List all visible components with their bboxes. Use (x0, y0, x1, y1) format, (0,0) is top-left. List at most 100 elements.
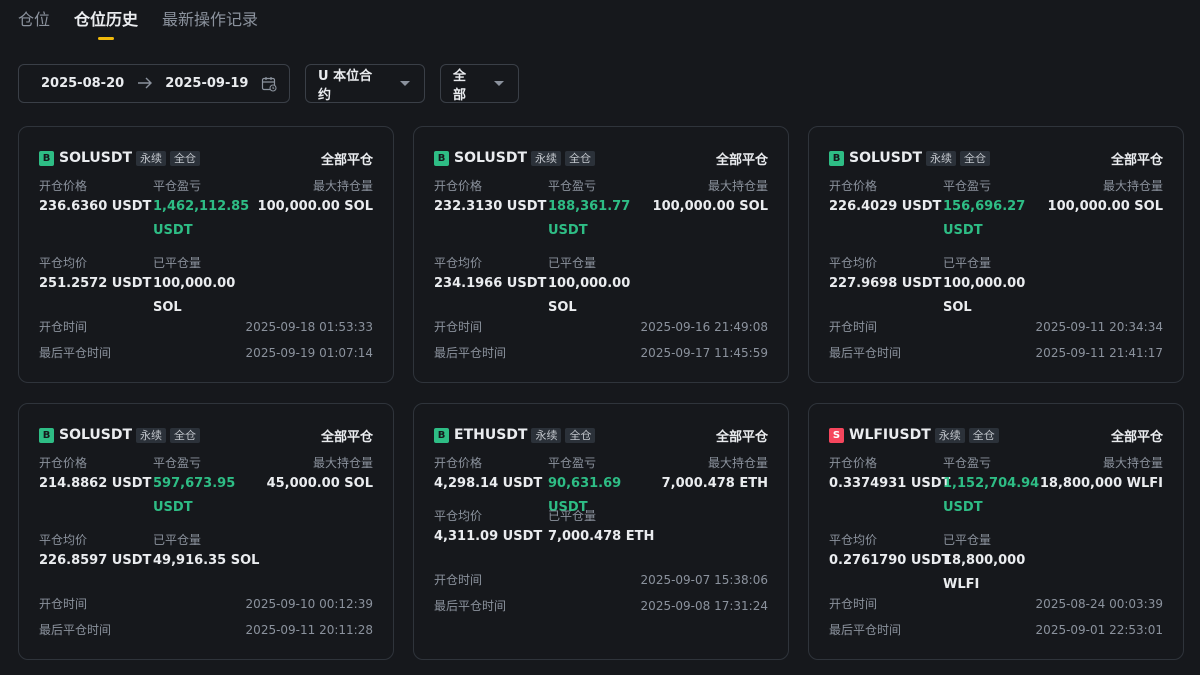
open-time-value: 2025-09-10 00:12:39 (245, 597, 373, 611)
cross-margin-tag: 全仓 (565, 150, 596, 166)
card-header: B SOLUSDT 永续 全仓 全部平仓 (829, 150, 1163, 168)
perpetual-tag: 永续 (926, 150, 957, 166)
max-position-value: 7,000.478 ETH (661, 476, 768, 491)
position-card[interactable]: B SOLUSDT 永续 全仓 全部平仓 开仓价格 214.8862 USDT … (18, 403, 394, 660)
pnl-unit: USDT (153, 500, 193, 515)
avg-close-label: 平仓均价 (829, 533, 878, 547)
perpetual-tag: 永续 (136, 427, 167, 443)
max-position-value: 100,000.00 SOL (652, 199, 768, 214)
calendar-icon[interactable] (261, 76, 277, 92)
tab-position-history[interactable]: 仓位历史 (74, 8, 138, 40)
open-price-label: 开仓价格 (39, 179, 88, 193)
last-close-time-label: 最后平仓时间 (39, 346, 112, 360)
position-card[interactable]: B SOLUSDT 永续 全仓 全部平仓 开仓价格 226.4029 USDT … (808, 126, 1184, 383)
max-position-stat: 最大持仓量 100,000.00 SOL (258, 179, 373, 219)
open-time-row: 开仓时间 2025-09-18 01:53:33 (39, 314, 373, 340)
pnl-value: 156,696.27 (943, 199, 1026, 214)
last-close-time-label: 最后平仓时间 (829, 346, 902, 360)
open-time-row: 开仓时间 2025-09-10 00:12:39 (39, 591, 373, 617)
contract-type-value: U 本位合约 (318, 68, 373, 103)
card-times: 开仓时间 2025-09-16 21:49:08 最后平仓时间 2025-09-… (434, 314, 768, 366)
avg-close-label: 平仓均价 (829, 256, 878, 270)
open-time-label: 开仓时间 (434, 573, 483, 587)
open-price-stat: 开仓价格 226.4029 USDT (829, 179, 941, 219)
symbol-name: SOLUSDT (59, 150, 133, 166)
filter-bar: 2025-08-20 2025-09-19 U 本位合约 全部 (18, 64, 519, 103)
position-card[interactable]: S WLFIUSDT 永续 全仓 全部平仓 开仓价格 0.3374931 USD… (808, 403, 1184, 660)
open-time-value: 2025-09-16 21:49:08 (640, 320, 768, 334)
closed-qty-stat: 已平仓量 100,000.00 SOL (153, 256, 268, 320)
closed-qty-stat: 已平仓量 100,000.00 SOL (548, 256, 663, 320)
open-time-value: 2025-09-18 01:53:33 (245, 320, 373, 334)
open-price-label: 开仓价格 (829, 456, 878, 470)
max-position-label: 最大持仓量 (707, 179, 768, 193)
last-close-time-row: 最后平仓时间 2025-09-17 11:45:59 (434, 340, 768, 366)
open-time-value: 2025-08-24 00:03:39 (1035, 597, 1163, 611)
symbol-group: S WLFIUSDT 永续 全仓 (829, 427, 999, 443)
symbol-group: B SOLUSDT 永续 全仓 (829, 150, 991, 166)
open-time-label: 开仓时间 (39, 320, 88, 334)
open-time-row: 开仓时间 2025-09-16 21:49:08 (434, 314, 768, 340)
symbol-group: B SOLUSDT 永续 全仓 (39, 150, 201, 166)
symbol-group: B ETHUSDT 永续 全仓 (434, 427, 596, 443)
max-position-stat: 最大持仓量 7,000.478 ETH (662, 456, 768, 496)
last-close-time-label: 最后平仓时间 (434, 599, 507, 613)
closed-qty-stat: 已平仓量 7,000.478 ETH (548, 509, 663, 549)
max-position-value: 18,800,000 WLFI (1039, 476, 1163, 491)
position-card[interactable]: B SOLUSDT 永续 全仓 全部平仓 开仓价格 236.6360 USDT … (18, 126, 394, 383)
close-status: 全部平仓 (320, 152, 373, 168)
date-range-picker[interactable]: 2025-08-20 2025-09-19 (18, 64, 290, 103)
side-badge: B (434, 427, 449, 443)
open-price-stat: 开仓价格 236.6360 USDT (39, 179, 151, 219)
avg-close-label: 平仓均价 (39, 256, 88, 270)
card-times: 开仓时间 2025-09-18 01:53:33 最后平仓时间 2025-09-… (39, 314, 373, 366)
symbol-name: ETHUSDT (454, 427, 528, 443)
open-time-label: 开仓时间 (829, 597, 878, 611)
pnl-label: 平仓盈亏 (548, 179, 597, 193)
open-time-row: 开仓时间 2025-08-24 00:03:39 (829, 591, 1163, 617)
direction-value: 全部 (453, 68, 467, 103)
avg-close-stat: 平仓均价 234.1966 USDT (434, 256, 546, 296)
tab-positions[interactable]: 仓位 (18, 8, 50, 40)
date-to[interactable]: 2025-09-19 (165, 76, 248, 91)
max-position-value: 45,000.00 SOL (266, 476, 373, 491)
close-status: 全部平仓 (1110, 429, 1163, 445)
last-close-time-value: 2025-09-08 17:31:24 (640, 599, 768, 613)
max-position-label: 最大持仓量 (312, 456, 373, 470)
tab-recent-operations[interactable]: 最新操作记录 (162, 8, 258, 40)
cross-margin-tag: 全仓 (960, 150, 991, 166)
open-price-stat: 开仓价格 232.3130 USDT (434, 179, 546, 219)
symbol-name: SOLUSDT (454, 150, 528, 166)
close-status: 全部平仓 (715, 152, 768, 168)
last-close-time-row: 最后平仓时间 2025-09-01 22:53:01 (829, 617, 1163, 643)
open-price-value: 236.6360 USDT (39, 199, 152, 214)
card-stats: 开仓价格 0.3374931 USDT 平仓盈亏 1,152,704.94 US… (829, 456, 1163, 592)
last-close-time-value: 2025-09-17 11:45:59 (640, 346, 768, 360)
closed-qty-value: 18,800,000 WLFI (943, 553, 1026, 592)
avg-close-label: 平仓均价 (39, 533, 88, 547)
contract-type-select[interactable]: U 本位合约 (305, 64, 425, 103)
open-price-label: 开仓价格 (829, 179, 878, 193)
avg-close-stat: 平仓均价 4,311.09 USDT (434, 509, 542, 549)
card-header: B SOLUSDT 永续 全仓 全部平仓 (39, 427, 373, 445)
direction-select[interactable]: 全部 (440, 64, 519, 103)
closed-qty-stat: 已平仓量 49,916.35 SOL (153, 533, 268, 573)
max-position-label: 最大持仓量 (707, 456, 768, 470)
max-position-stat: 最大持仓量 18,800,000 WLFI (1040, 456, 1163, 496)
symbol-group: B SOLUSDT 永续 全仓 (434, 150, 596, 166)
avg-close-stat: 平仓均价 251.2572 USDT (39, 256, 151, 296)
last-close-time-row: 最后平仓时间 2025-09-11 21:41:17 (829, 340, 1163, 366)
pnl-label: 平仓盈亏 (153, 179, 202, 193)
avg-close-label: 平仓均价 (434, 509, 483, 523)
last-close-time-row: 最后平仓时间 2025-09-11 20:11:28 (39, 617, 373, 643)
last-close-time-value: 2025-09-01 22:53:01 (1035, 623, 1163, 637)
closed-qty-value: 100,000.00 SOL (153, 276, 236, 315)
position-history-page: 仓位 仓位历史 最新操作记录 2025-08-20 2025-09-19 U 本… (0, 0, 1200, 675)
position-card[interactable]: B SOLUSDT 永续 全仓 全部平仓 开仓价格 232.3130 USDT … (413, 126, 789, 383)
perpetual-tag: 永续 (531, 427, 562, 443)
close-status: 全部平仓 (320, 429, 373, 445)
max-position-label: 最大持仓量 (312, 179, 373, 193)
pnl-unit: USDT (943, 223, 983, 238)
date-from[interactable]: 2025-08-20 (41, 76, 124, 91)
position-card[interactable]: B ETHUSDT 永续 全仓 全部平仓 开仓价格 4,298.14 USDT … (413, 403, 789, 660)
